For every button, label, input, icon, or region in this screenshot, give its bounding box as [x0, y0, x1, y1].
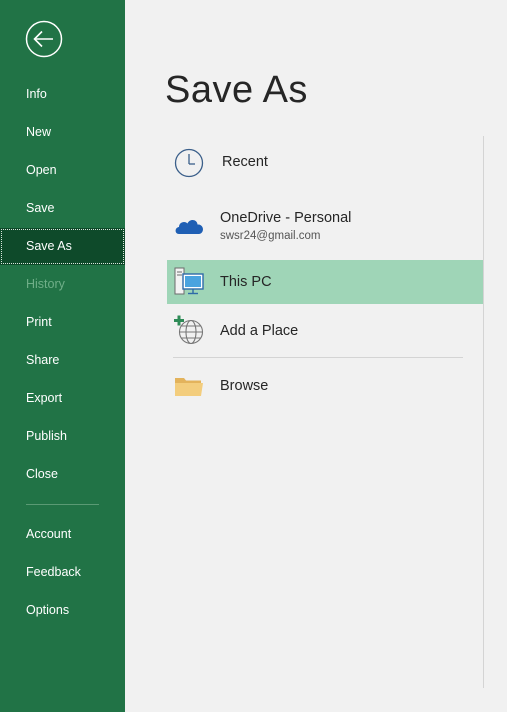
clock-icon [174, 148, 204, 178]
back-button[interactable] [25, 20, 63, 58]
sidebar-item-account[interactable]: Account [0, 516, 125, 553]
sidebar-item-close[interactable]: Close [0, 456, 125, 493]
sidebar-item-export[interactable]: Export [0, 380, 125, 417]
back-arrow-icon [25, 20, 63, 58]
sidebar-item-save-as[interactable]: Save As [0, 228, 125, 265]
location-label: Add a Place [220, 323, 299, 339]
sidebar-item-options[interactable]: Options [0, 592, 125, 629]
sidebar-item-new[interactable]: New [0, 114, 125, 151]
location-add-a-place[interactable]: Add a Place [167, 310, 483, 354]
location-label: OneDrive - Personal [220, 210, 352, 226]
location-this-pc[interactable]: This PC [167, 260, 483, 304]
location-label: This PC [220, 274, 272, 290]
backstage-sidebar: Info New Open Save Save As History Print… [0, 0, 125, 712]
sidebar-item-share[interactable]: Share [0, 342, 125, 379]
location-onedrive[interactable]: OneDrive - Personal swsr24@gmail.com [167, 202, 483, 252]
location-browse[interactable]: Browse [167, 366, 483, 408]
sidebar-divider [26, 504, 99, 505]
add-place-globe-icon [174, 315, 204, 345]
locations-divider [173, 357, 463, 358]
sidebar-item-open[interactable]: Open [0, 152, 125, 189]
backstage-view: Info New Open Save Save As History Print… [0, 0, 507, 712]
onedrive-cloud-icon [175, 220, 203, 234]
panel-divider [483, 136, 484, 688]
sidebar-item-print[interactable]: Print [0, 304, 125, 341]
computer-icon [174, 267, 204, 295]
location-label: Browse [220, 378, 269, 394]
location-label: Recent [222, 154, 268, 170]
sidebar-item-feedback[interactable]: Feedback [0, 554, 125, 591]
sidebar-item-publish[interactable]: Publish [0, 418, 125, 455]
page-title: Save As [165, 69, 308, 111]
location-account-email: swsr24@gmail.com [220, 230, 321, 242]
sidebar-item-save[interactable]: Save [0, 190, 125, 227]
location-recent[interactable]: Recent [167, 142, 483, 184]
sidebar-item-info[interactable]: Info [0, 76, 125, 113]
folder-icon [175, 378, 203, 396]
sidebar-item-history: History [26, 277, 65, 291]
